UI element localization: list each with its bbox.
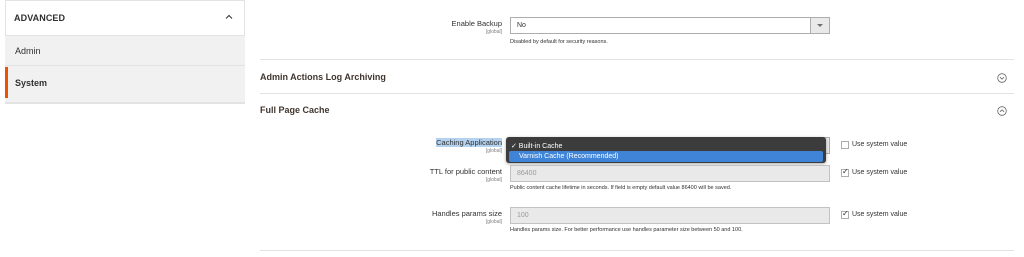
sidebar-section-title: ADVANCED [14, 13, 66, 23]
caching-application-dropdown: ✓ Built-in Cache Varnish Cache (Recommen… [506, 137, 826, 163]
sidebar-item-admin[interactable]: Admin [5, 36, 245, 66]
enable-backup-note: Disabled by default for security reasons… [510, 39, 608, 45]
sidebar-item-label: System [15, 78, 48, 88]
dropdown-option-label: Varnish Cache (Recommended) [519, 153, 619, 160]
dropdown-option-label: ✓ Built-in Cache [511, 143, 563, 150]
section-divider [260, 250, 1014, 251]
enable-backup-select[interactable]: No [510, 17, 830, 34]
sidebar-item-label: Admin [15, 46, 41, 56]
ttl-public-note: Public content cache lifetime in seconds… [510, 185, 732, 191]
ttl-public-label: TTL for public content [429, 167, 502, 176]
chevron-up-icon [225, 14, 233, 19]
dropdown-option-varnish-cache[interactable]: Varnish Cache (Recommended) [509, 151, 823, 162]
handles-params-label: Handles params size [431, 209, 502, 218]
ttl-public-scope: [global] [485, 177, 502, 183]
enable-backup-label: Enable Backup [451, 19, 502, 28]
ttl-public-value: 86400 [517, 170, 537, 177]
section-title-log-archiving[interactable]: Admin Actions Log Archiving [260, 72, 386, 82]
dropdown-arrow-icon [810, 18, 829, 33]
collapse-circle-icon[interactable] [997, 106, 1007, 116]
ttl-public-input[interactable]: 86400 [510, 165, 830, 182]
caching-application-scope: [global] [485, 148, 502, 154]
caching-application-label: Caching Application [436, 138, 502, 147]
use-system-value-label: Use system value [852, 211, 908, 218]
dropdown-option-built-in-cache[interactable]: ✓ Built-in Cache [509, 140, 823, 151]
handles-params-value: 100 [517, 212, 529, 219]
checkbox-unchecked[interactable] [841, 141, 849, 149]
handles-params-note: Handles params size. For better performa… [510, 227, 743, 233]
handles-params-scope: [global] [485, 219, 502, 225]
section-title-full-page-cache[interactable]: Full Page Cache [260, 105, 330, 115]
checkmark-icon: ✓ [842, 167, 849, 176]
sidebar-section-advanced[interactable]: ADVANCED [5, 0, 245, 36]
expand-circle-icon[interactable] [997, 73, 1007, 83]
checkmark-icon: ✓ [842, 209, 849, 218]
use-system-value-label: Use system value [852, 141, 908, 148]
config-sidebar: ADVANCED Admin System [5, 0, 245, 104]
section-divider [260, 93, 1014, 94]
section-divider [260, 59, 1014, 60]
use-system-value-label: Use system value [852, 169, 908, 176]
handles-params-input[interactable]: 100 [510, 207, 830, 224]
sidebar-item-system[interactable]: System [5, 67, 245, 98]
enable-backup-value: No [517, 22, 526, 29]
enable-backup-scope: [global] [485, 29, 502, 35]
